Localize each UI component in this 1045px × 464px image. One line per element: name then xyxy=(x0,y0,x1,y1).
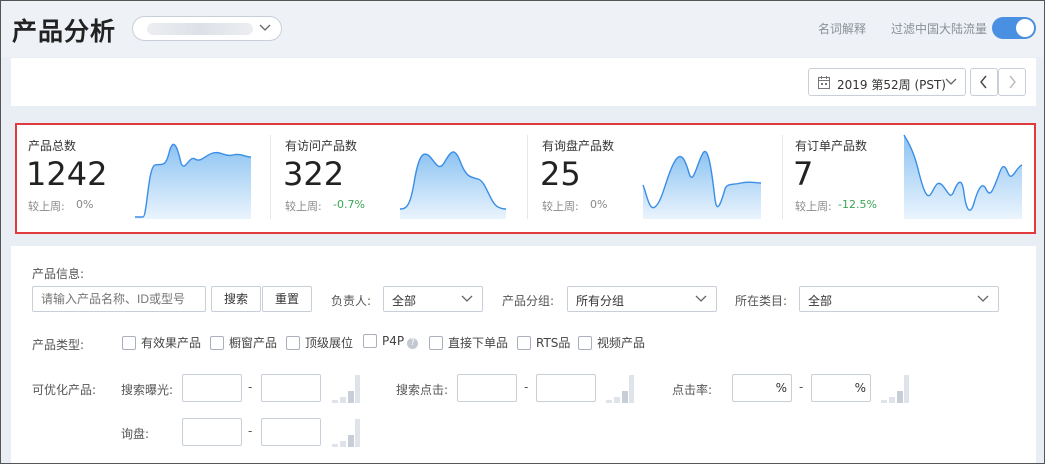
checkbox-box xyxy=(517,336,531,350)
owner-select[interactable]: 全部 xyxy=(383,286,483,312)
week-picker-value: 2019 第52周 (PST) xyxy=(837,78,946,92)
category-select-value: 全部 xyxy=(808,294,833,308)
type-checkbox-video[interactable]: 视频产品 xyxy=(578,334,645,351)
stat-divider xyxy=(527,135,528,219)
filter-mainland-label: 过滤中国大陆流量 xyxy=(891,22,988,36)
stat-card-order-products[interactable]: 有订单产品数 7 较上周: -12.5% xyxy=(788,133,1034,221)
store-select[interactable] xyxy=(132,16,282,41)
optimizable-label: 可优化产品: xyxy=(32,383,97,397)
calendar-icon xyxy=(818,76,830,92)
type-checkbox-effective[interactable]: 有效果产品 xyxy=(122,334,201,351)
toolbar: 2019 第52周 (PST) xyxy=(11,58,1036,106)
stat-divider xyxy=(270,135,271,219)
previous-week-button[interactable] xyxy=(970,68,998,96)
filter-form: 产品信息: 搜索 重置 负责人: 全部 产品分组: 所有分组 所在类目: 全部 … xyxy=(11,246,1036,463)
stat-compare-label: 较上周: xyxy=(542,200,579,213)
category-label: 所在类目: xyxy=(735,294,788,308)
stat-card-total-products[interactable]: 产品总数 1242 较上周: 0% xyxy=(21,133,271,221)
product-search-input[interactable] xyxy=(32,286,206,312)
inquiry-label: 询盘: xyxy=(121,427,150,441)
group-select-value: 所有分组 xyxy=(576,294,625,308)
stat-label: 有订单产品数 xyxy=(795,139,868,153)
bar-chart-icon[interactable] xyxy=(331,373,361,403)
range-separator: - xyxy=(799,380,804,394)
stat-compare-label: 较上周: xyxy=(28,200,65,213)
checkbox-box xyxy=(210,336,224,350)
stat-divider xyxy=(782,135,783,219)
stat-label: 有询盘产品数 xyxy=(542,139,615,153)
reset-button[interactable]: 重置 xyxy=(262,286,312,312)
type-checkbox-p4p[interactable]: P4P? xyxy=(363,334,419,349)
stat-label: 产品总数 xyxy=(28,139,77,153)
checkbox-box xyxy=(286,336,300,350)
chevron-down-icon xyxy=(945,74,957,94)
type-checkbox-top-booth[interactable]: 顶级展位 xyxy=(286,334,353,351)
inquiry-max-input[interactable] xyxy=(261,418,321,446)
help-icon[interactable]: ? xyxy=(407,338,419,349)
toggle-knob xyxy=(1016,19,1034,37)
group-label: 产品分组: xyxy=(502,294,555,308)
range-separator: - xyxy=(248,424,253,438)
ctr-max-input[interactable]: % xyxy=(811,374,871,402)
checkbox-box xyxy=(578,336,592,350)
next-week-button[interactable] xyxy=(998,68,1026,96)
clicks-min-input[interactable] xyxy=(457,374,517,402)
range-separator: - xyxy=(524,380,529,394)
checkbox-box xyxy=(429,336,443,350)
chevron-down-icon xyxy=(461,291,473,311)
filter-mainland-toggle[interactable] xyxy=(992,17,1036,39)
impressions-max-input[interactable] xyxy=(261,374,321,402)
ctr-label: 点击率: xyxy=(672,383,713,397)
type-checkbox-rts[interactable]: RTS品 xyxy=(517,334,570,351)
page-title: 产品分析 xyxy=(12,17,117,46)
stat-compare-value: 0% xyxy=(76,198,94,211)
store-name-blurred xyxy=(147,23,253,35)
clicks-label: 搜索点击: xyxy=(396,383,449,397)
bar-chart-icon[interactable] xyxy=(331,417,361,447)
stat-label: 有访问产品数 xyxy=(285,139,358,153)
chevron-down-icon xyxy=(259,20,271,40)
stat-value: 7 xyxy=(793,155,814,193)
owner-label: 负责人: xyxy=(331,294,372,308)
stat-sparkline xyxy=(399,151,507,219)
group-select[interactable]: 所有分组 xyxy=(567,286,717,312)
stat-card-visited-products[interactable]: 有访问产品数 322 较上周: -0.7% xyxy=(278,133,528,221)
stat-sparkline xyxy=(135,143,252,219)
bar-chart-icon[interactable] xyxy=(605,373,635,403)
week-picker[interactable]: 2019 第52周 (PST) xyxy=(808,68,966,96)
category-select[interactable]: 全部 xyxy=(799,286,999,312)
stat-value: 25 xyxy=(540,155,581,193)
owner-select-value: 全部 xyxy=(392,294,417,308)
inquiry-min-input[interactable] xyxy=(182,418,242,446)
type-checkbox-direct-order[interactable]: 直接下单品 xyxy=(429,334,508,351)
stat-compare-value: -0.7% xyxy=(333,198,365,211)
checkbox-box xyxy=(122,336,136,350)
stat-sparkline xyxy=(903,134,1023,219)
type-checkbox-showcase[interactable]: 橱窗产品 xyxy=(210,334,277,351)
stat-compare-value: -12.5% xyxy=(838,198,877,211)
stat-card-inquiry-products[interactable]: 有询盘产品数 25 较上周: 0% xyxy=(535,133,783,221)
stat-sparkline xyxy=(642,150,762,219)
checkbox-box xyxy=(363,334,377,348)
stat-compare-value: 0% xyxy=(590,198,608,211)
page-header: 产品分析 名词解释 过滤中国大陆流量 xyxy=(1,1,1044,57)
stats-panel: 产品总数 1242 较上周: 0% 有访问产品数 322 较上周: -0.7% xyxy=(15,123,1036,234)
chevron-down-icon xyxy=(695,291,707,311)
product-type-label: 产品类型: xyxy=(32,338,85,352)
glossary-link[interactable]: 名词解释 xyxy=(818,20,866,37)
stat-value: 1242 xyxy=(26,155,108,193)
search-button[interactable]: 搜索 xyxy=(211,286,261,312)
stat-compare-label: 较上周: xyxy=(795,200,832,213)
stat-compare-label: 较上周: xyxy=(285,200,322,213)
app-window: 产品分析 名词解释 过滤中国大陆流量 2019 第52周 (PST) 产品总数 … xyxy=(0,0,1045,464)
chevron-down-icon xyxy=(977,291,989,311)
range-separator: - xyxy=(248,380,253,394)
impressions-min-input[interactable] xyxy=(182,374,242,402)
bar-chart-icon[interactable] xyxy=(880,373,910,403)
ctr-min-input[interactable]: % xyxy=(732,374,792,402)
clicks-max-input[interactable] xyxy=(536,374,596,402)
stat-value: 322 xyxy=(283,155,345,193)
impressions-label: 搜索曝光: xyxy=(121,383,174,397)
product-info-label: 产品信息: xyxy=(32,267,85,281)
